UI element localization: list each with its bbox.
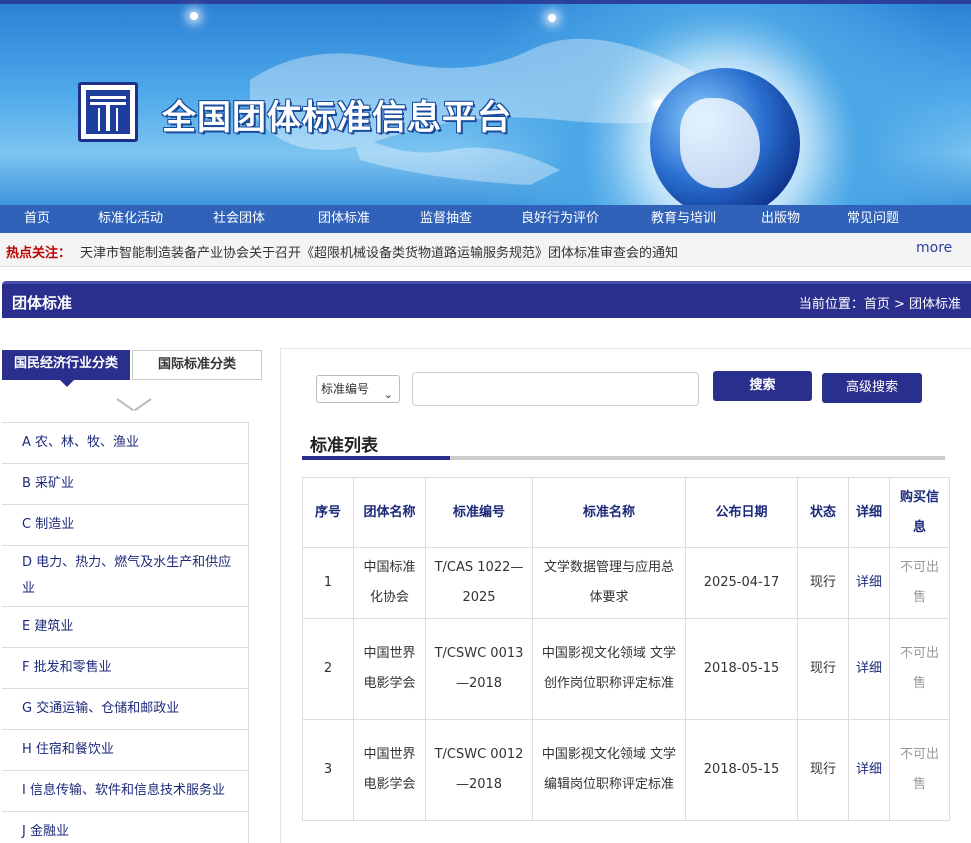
search-input[interactable] bbox=[412, 372, 699, 406]
table-row: 1 中国标准化协会 T/CAS 1022—2025 文学数据管理与应用总体要求 … bbox=[302, 547, 950, 619]
cell-name: 文学数据管理与应用总体要求 bbox=[532, 547, 686, 619]
cell-org: 中国标准化协会 bbox=[353, 547, 426, 619]
category-item[interactable]: B 采矿业 bbox=[2, 464, 249, 505]
col-header: 公布日期 bbox=[685, 477, 798, 548]
logo-t-icon[interactable] bbox=[78, 82, 138, 142]
nav-item-standardization[interactable]: 标准化活动 bbox=[74, 205, 189, 233]
cell-date: 2018-05-15 bbox=[685, 618, 798, 720]
category-tabs: 国民经济行业分类 国际标准分类 bbox=[2, 350, 262, 387]
col-header: 序号 bbox=[302, 477, 354, 548]
category-item[interactable]: H 住宿和餐饮业 bbox=[2, 730, 249, 771]
page-title: 团体标准 bbox=[12, 294, 73, 312]
category-item[interactable]: D 电力、热力、燃气及水生产和供应业 bbox=[2, 546, 249, 607]
table-row: 2 中国世界电影学会 T/CSWC 0013—2018 中国影视文化领域 文学创… bbox=[302, 618, 950, 720]
detail-link[interactable]: 详细 bbox=[848, 547, 890, 619]
sparkle-icon bbox=[548, 14, 556, 22]
col-header: 标准名称 bbox=[532, 477, 686, 548]
category-item[interactable]: C 制造业 bbox=[2, 505, 249, 546]
standards-table: 序号 团体名称 标准编号 标准名称 公布日期 状态 详细 购买信息 1 中国标准… bbox=[302, 477, 950, 821]
category-item[interactable]: F 批发和零售业 bbox=[2, 648, 249, 689]
col-header: 状态 bbox=[797, 477, 849, 548]
cell-code: T/CAS 1022—2025 bbox=[425, 547, 533, 619]
category-item[interactable]: J 金融业 bbox=[2, 812, 249, 843]
cell-code: T/CSWC 0013—2018 bbox=[425, 618, 533, 720]
list-divider bbox=[302, 456, 945, 460]
category-item[interactable]: G 交通运输、仓储和邮政业 bbox=[2, 689, 249, 730]
nav-item-faq[interactable]: 常见问题 bbox=[829, 205, 971, 233]
breadcrumb[interactable]: 当前位置：首页 > 团体标准 bbox=[799, 293, 961, 312]
nav-item-supervision[interactable]: 监督抽查 bbox=[393, 205, 495, 233]
list-title: 标准列表 bbox=[310, 436, 378, 456]
hot-label: 热点关注： bbox=[6, 246, 72, 261]
cell-purchase: 不可出售 bbox=[889, 618, 950, 720]
nav-item-good-conduct[interactable]: 良好行为评价 bbox=[495, 205, 624, 233]
category-item[interactable]: A 农、林、牧、渔业 bbox=[2, 423, 249, 464]
cell-status: 现行 bbox=[797, 618, 849, 720]
hot-news-link[interactable]: 天津市智能制造装备产业协会关于召开《超限机械设备类货物道路运输服务规范》团体标准… bbox=[80, 242, 678, 261]
sparkle-icon bbox=[190, 12, 198, 20]
tab-pointer-icon bbox=[60, 380, 74, 387]
main-nav: 首页 标准化活动 社会团体 团体标准 监督抽查 良好行为评价 教育与培训 出版物… bbox=[0, 205, 971, 233]
cell-index: 2 bbox=[302, 618, 354, 720]
section-header: 团体标准 当前位置：首页 > 团体标准 bbox=[2, 281, 971, 318]
cell-name: 中国影视文化领域 文学编辑岗位职称评定标准 bbox=[532, 719, 686, 821]
search-field-select[interactable]: 标准编号 ⌄ bbox=[316, 375, 400, 403]
hot-news-bar: 热点关注： 天津市智能制造装备产业协会关于召开《超限机械设备类货物道路运输服务规… bbox=[0, 233, 971, 267]
site-title: 全国团体标准信息平台 bbox=[162, 98, 512, 138]
detail-link[interactable]: 详细 bbox=[848, 618, 890, 720]
table-row: 3 中国世界电影学会 T/CSWC 0012—2018 中国影视文化领域 文学编… bbox=[302, 719, 950, 821]
col-header: 团体名称 bbox=[353, 477, 426, 548]
nav-item-social-groups[interactable]: 社会团体 bbox=[189, 205, 291, 233]
cell-date: 2018-05-15 bbox=[685, 719, 798, 821]
globe-icon bbox=[650, 68, 800, 205]
category-list: A 农、林、牧、渔业 B 采矿业 C 制造业 D 电力、热力、燃气及水生产和供应… bbox=[2, 422, 249, 843]
banner-top-line bbox=[0, 0, 971, 4]
col-header: 标准编号 bbox=[425, 477, 533, 548]
more-link[interactable]: more bbox=[916, 240, 952, 256]
nav-item-publications[interactable]: 出版物 bbox=[741, 205, 829, 233]
nav-item-home[interactable]: 首页 bbox=[0, 205, 74, 233]
advanced-search-button[interactable]: 高级搜索 bbox=[822, 373, 922, 403]
cell-org: 中国世界电影学会 bbox=[353, 719, 426, 821]
cell-name: 中国影视文化领域 文学创作岗位职称评定标准 bbox=[532, 618, 686, 720]
cell-purchase: 不可出售 bbox=[889, 547, 950, 619]
header-banner: 全国团体标准信息平台 bbox=[0, 0, 971, 205]
tab-industry-classification[interactable]: 国民经济行业分类 bbox=[2, 350, 130, 380]
category-item[interactable]: I 信息传输、软件和信息技术服务业 bbox=[2, 771, 249, 812]
chevron-down-icon[interactable] bbox=[116, 390, 152, 412]
cell-status: 现行 bbox=[797, 719, 849, 821]
search-button[interactable]: 搜索 bbox=[713, 371, 812, 401]
cell-code: T/CSWC 0012—2018 bbox=[425, 719, 533, 821]
chevron-down-icon: ⌄ bbox=[383, 388, 393, 401]
detail-link[interactable]: 详细 bbox=[848, 719, 890, 821]
nav-item-education[interactable]: 教育与培训 bbox=[624, 205, 741, 233]
nav-item-group-standards[interactable]: 团体标准 bbox=[291, 205, 393, 233]
category-item[interactable]: E 建筑业 bbox=[2, 607, 249, 648]
col-header: 详细 bbox=[848, 477, 890, 548]
cell-index: 1 bbox=[302, 547, 354, 619]
cell-org: 中国世界电影学会 bbox=[353, 618, 426, 720]
cell-date: 2025-04-17 bbox=[685, 547, 798, 619]
cell-index: 3 bbox=[302, 719, 354, 821]
col-header: 购买信息 bbox=[889, 477, 950, 548]
cell-status: 现行 bbox=[797, 547, 849, 619]
select-value: 标准编号 bbox=[321, 382, 370, 396]
cell-purchase: 不可出售 bbox=[889, 719, 950, 821]
tab-international-classification[interactable]: 国际标准分类 bbox=[132, 350, 262, 380]
